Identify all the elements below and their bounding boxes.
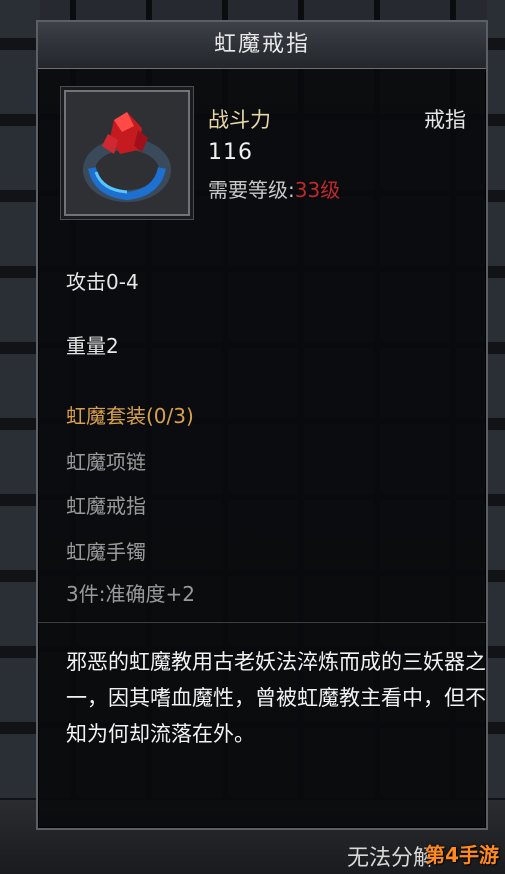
item-tooltip: 虹魔戒指 战斗力 戒指 116 需要等级:33级 攻击0-4 重量2 虹魔套装(… [36, 20, 488, 830]
level-requirement: 需要等级:33级 [208, 174, 340, 203]
item-description: 邪恶的虹魔教用古老妖法淬炼而成的三妖器之一，因其嗜血魔性，曾被虹魔教主看中，但不… [66, 650, 486, 746]
weight-stat: 重量2 [66, 334, 119, 358]
set-bonus: 3件:准确度+2 [66, 582, 195, 606]
inventory-left-column [0, 0, 40, 874]
bottom-label: 无法分解 [346, 846, 435, 871]
attack-stat: 攻击0-4 [66, 270, 139, 294]
level-requirement-value: 33级 [294, 178, 341, 202]
level-requirement-label: 需要等级: [208, 178, 295, 202]
inventory-right-column [487, 0, 505, 874]
watermark: 第4手游 [425, 843, 499, 867]
red-gem-ring-icon [83, 112, 171, 202]
set-item-necklace: 虹魔项链 [66, 450, 146, 474]
item-icon-frame[interactable] [64, 90, 190, 216]
combat-power-label: 战斗力 [208, 108, 271, 132]
item-name: 虹魔戒指 [38, 22, 486, 69]
set-item-bracelet: 虹魔手镯 [66, 540, 146, 564]
set-item-ring: 虹魔戒指 [66, 494, 146, 518]
item-type: 戒指 [424, 108, 466, 132]
set-title: 虹魔套装(0/3) [66, 404, 194, 428]
divider [38, 622, 486, 623]
combat-power-value: 116 [208, 140, 253, 165]
